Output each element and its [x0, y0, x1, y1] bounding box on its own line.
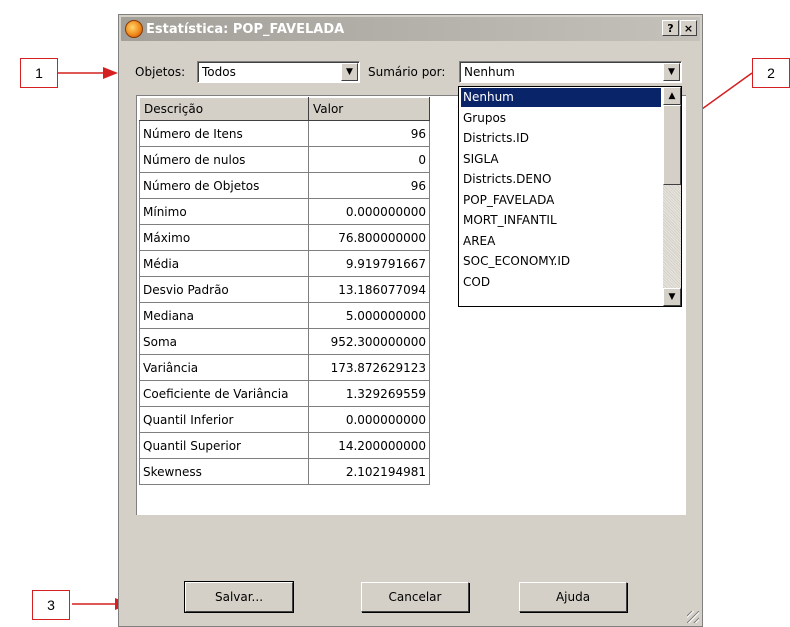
dropdown-scrollbar[interactable]: ▲ ▼: [663, 87, 681, 306]
dropdown-option[interactable]: MORT_INFANTIL: [461, 211, 661, 230]
cell-valor: 173.872629123: [308, 354, 430, 381]
table-row[interactable]: Mínimo 0.000000000: [139, 198, 430, 225]
save-button[interactable]: Salvar...: [184, 581, 294, 613]
scroll-down-arrow-icon[interactable]: ▼: [663, 288, 681, 306]
cell-valor: 0: [308, 146, 430, 173]
close-button[interactable]: ×: [680, 20, 697, 36]
cell-valor: 96: [308, 172, 430, 199]
cell-descricao: Mínimo: [139, 198, 309, 225]
dropdown-option[interactable]: Grupos: [461, 109, 661, 128]
window-title: Estatística: POP_FAVELADA: [146, 21, 345, 37]
cell-descricao: Desvio Padrão: [139, 276, 309, 303]
scroll-up-arrow-icon[interactable]: ▲: [663, 87, 681, 105]
table-row[interactable]: Máximo 76.800000000: [139, 224, 430, 251]
column-header-valor[interactable]: Valor: [308, 97, 430, 121]
dropdown-option[interactable]: AREA: [461, 232, 661, 251]
table-row[interactable]: Soma 952.300000000: [139, 328, 430, 355]
cell-descricao: Quantil Superior: [139, 432, 309, 459]
sumario-label: Sumário por:: [368, 65, 446, 79]
table-row[interactable]: Quantil Inferior 0.000000000: [139, 406, 430, 433]
sumario-value: Nenhum: [464, 65, 515, 79]
cell-valor: 76.800000000: [308, 224, 430, 251]
chevron-down-icon[interactable]: ▼: [341, 63, 358, 81]
cell-valor: 1.329269559: [308, 380, 430, 407]
cell-descricao: Máximo: [139, 224, 309, 251]
cell-valor: 9.919791667: [308, 250, 430, 277]
sumario-dropdown-list[interactable]: Nenhum Grupos Districts.ID SIGLA Districts.D…: [458, 86, 682, 307]
dropdown-option[interactable]: COD: [461, 273, 661, 292]
sumario-combobox[interactable]: Nenhum ▼: [459, 61, 682, 83]
cell-descricao: Variância: [139, 354, 309, 381]
dropdown-option[interactable]: SOC_ECONOMY.ID: [461, 252, 661, 271]
table-row[interactable]: Variância 173.872629123: [139, 354, 430, 381]
title-bar[interactable]: Estatística: POP_FAVELADA ? ×: [121, 17, 700, 41]
dropdown-option[interactable]: Districts.DENO: [461, 170, 661, 189]
cell-valor: 952.300000000: [308, 328, 430, 355]
objetos-combobox[interactable]: Todos ▼: [197, 61, 360, 83]
column-header-descricao[interactable]: Descrição: [139, 97, 309, 121]
help-titlebar-button[interactable]: ?: [662, 20, 679, 36]
table-row[interactable]: Coeficiente de Variância 1.329269559: [139, 380, 430, 407]
table-row[interactable]: Quantil Superior 14.200000000: [139, 432, 430, 459]
cell-descricao: Quantil Inferior: [139, 406, 309, 433]
cell-valor: 0.000000000: [308, 198, 430, 225]
table-row[interactable]: Desvio Padrão 13.186077094: [139, 276, 430, 303]
cell-valor: 0.000000000: [308, 406, 430, 433]
cell-valor: 14.200000000: [308, 432, 430, 459]
cancel-button-label: Cancelar: [388, 590, 442, 604]
save-button-label: Salvar...: [214, 590, 264, 604]
cell-descricao: Soma: [139, 328, 309, 355]
objetos-label: Objetos:: [135, 65, 186, 79]
chevron-down-icon[interactable]: ▼: [663, 63, 680, 81]
dropdown-option[interactable]: SIGLA: [461, 150, 661, 169]
cell-valor: 2.102194981: [308, 458, 430, 485]
cell-descricao: Mediana: [139, 302, 309, 329]
objetos-value: Todos: [202, 65, 236, 79]
cancel-button[interactable]: Cancelar: [361, 582, 469, 612]
cell-valor: 96: [308, 120, 430, 147]
cell-descricao: Número de nulos: [139, 146, 309, 173]
help-button[interactable]: Ajuda: [519, 582, 627, 612]
scroll-thumb[interactable]: [663, 105, 681, 185]
table-row[interactable]: Média 9.919791667: [139, 250, 430, 277]
help-button-label: Ajuda: [555, 590, 591, 604]
dropdown-option[interactable]: POP_FAVELADA: [461, 191, 661, 210]
table-row[interactable]: Número de Objetos 96: [139, 172, 430, 199]
cell-descricao: Skewness: [139, 458, 309, 485]
table-row[interactable]: Número de nulos 0: [139, 146, 430, 173]
cell-descricao: Média: [139, 250, 309, 277]
table-row[interactable]: Skewness 2.102194981: [139, 458, 430, 485]
resize-grip[interactable]: [687, 611, 699, 623]
cell-descricao: Número de Itens: [139, 120, 309, 147]
app-icon: [125, 20, 143, 38]
dropdown-option[interactable]: Nenhum: [461, 88, 661, 107]
table-row[interactable]: Número de Itens 96: [139, 120, 430, 147]
dropdown-option[interactable]: Districts.ID: [461, 129, 661, 148]
cell-descricao: Coeficiente de Variância: [139, 380, 309, 407]
cell-valor: 5.000000000: [308, 302, 430, 329]
statistics-table: Descrição Valor Número de Itens 96 Número …: [139, 97, 430, 485]
cell-valor: 13.186077094: [308, 276, 430, 303]
table-row[interactable]: Mediana 5.000000000: [139, 302, 430, 329]
cell-descricao: Número de Objetos: [139, 172, 309, 199]
